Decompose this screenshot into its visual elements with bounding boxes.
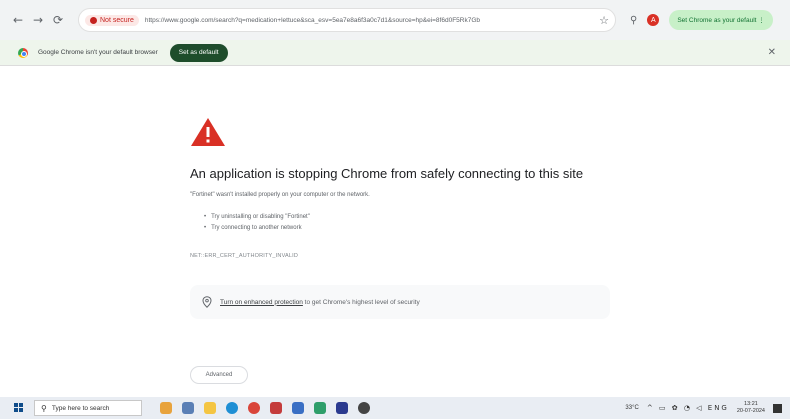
suggestion-list: Try uninstalling or disabling "Fortinet"… bbox=[204, 212, 310, 234]
system-tray: 33°C ^ ▭ ✿ ◔ ◁ ENG 13:21 20-07-2024 bbox=[625, 397, 782, 419]
error-headline: An application is stopping Chrome from s… bbox=[190, 166, 584, 181]
extensions-icon[interactable]: ⚲ bbox=[630, 15, 637, 26]
toolbar-actions: ⚲ A Set Chrome as your default ⋮ bbox=[630, 10, 773, 30]
windows-taskbar: ⚲ Type here to search 33°C ^ ▭ ✿ ◔ ◁ ENG… bbox=[0, 397, 790, 419]
settings-app-icon[interactable] bbox=[358, 402, 370, 414]
tray-icons[interactable]: ^ ▭ ✿ ◔ ◁ ENG bbox=[647, 404, 729, 412]
set-as-default-button[interactable]: Set as default bbox=[169, 43, 228, 62]
windows-start-icon[interactable] bbox=[14, 403, 24, 413]
location-pin-icon bbox=[202, 296, 212, 308]
search-icon: ⚲ bbox=[41, 403, 47, 413]
office-app-icon[interactable] bbox=[270, 402, 282, 414]
search-placeholder: Type here to search bbox=[51, 404, 110, 412]
start-tile bbox=[14, 408, 18, 412]
browser-toolbar: ← → ⟳ Not secure https://www.google.com/… bbox=[0, 0, 790, 40]
back-icon[interactable]: ← bbox=[10, 12, 26, 28]
error-code: NET::ERR_CERT_AUTHORITY_INVALID bbox=[190, 253, 299, 259]
start-tile bbox=[19, 403, 23, 407]
protection-text: Turn on enhanced protection to get Chrom… bbox=[220, 299, 420, 306]
weather-widget[interactable]: 33°C bbox=[625, 405, 638, 411]
suggestion-item: Try connecting to another network bbox=[204, 223, 310, 234]
url-text[interactable]: https://www.google.com/search?q=medicati… bbox=[145, 17, 593, 24]
advanced-button[interactable]: Advanced bbox=[190, 366, 248, 384]
error-subtitle: "Fortinet" wasn't installed properly on … bbox=[190, 192, 370, 198]
warning-dot-icon bbox=[90, 16, 97, 24]
widgets-app-icon[interactable] bbox=[160, 402, 172, 414]
start-tile bbox=[19, 408, 23, 412]
enhanced-protection-link[interactable]: Turn on enhanced protection bbox=[220, 299, 303, 306]
clock-time: 13:21 bbox=[744, 401, 758, 407]
profile-avatar[interactable]: A bbox=[647, 14, 660, 26]
pinned-apps bbox=[160, 402, 370, 414]
warning-triangle-icon bbox=[191, 118, 225, 146]
notification-icon[interactable] bbox=[773, 403, 782, 413]
taskbar-search[interactable]: ⚲ Type here to search bbox=[34, 400, 142, 416]
not-secure-chip[interactable]: Not secure bbox=[85, 14, 139, 26]
mail-app-icon[interactable] bbox=[292, 402, 304, 414]
start-tile bbox=[14, 403, 18, 407]
clock-date: 20-07-2024 bbox=[736, 408, 765, 414]
forward-icon[interactable]: → bbox=[30, 12, 46, 28]
task-view-icon[interactable] bbox=[182, 402, 194, 414]
file-explorer-icon[interactable] bbox=[204, 402, 216, 414]
reload-icon[interactable]: ⟳ bbox=[50, 12, 66, 28]
infobar-message: Google Chrome isn't your default browser bbox=[38, 49, 158, 56]
edge-browser-icon[interactable] bbox=[226, 402, 238, 414]
not-secure-label: Not secure bbox=[100, 16, 134, 24]
protection-rest-text: to get Chrome's highest level of securit… bbox=[302, 298, 420, 306]
clock[interactable]: 13:21 20-07-2024 bbox=[737, 401, 765, 415]
suggestion-item: Try uninstalling or disabling "Fortinet" bbox=[204, 212, 310, 223]
default-browser-infobar: Google Chrome isn't your default browser… bbox=[0, 40, 790, 66]
close-icon[interactable]: ✕ bbox=[768, 47, 776, 58]
address-bar[interactable]: Not secure https://www.google.com/search… bbox=[78, 8, 616, 32]
phone-link-icon[interactable] bbox=[314, 402, 326, 414]
pen-app-icon[interactable] bbox=[336, 402, 348, 414]
nav-buttons: ← → ⟳ bbox=[10, 12, 66, 28]
chrome-app-icon[interactable] bbox=[248, 402, 260, 414]
enhanced-protection-box: Turn on enhanced protection to get Chrom… bbox=[190, 285, 610, 319]
bookmark-star-icon[interactable]: ☆ bbox=[599, 14, 609, 27]
set-default-pill[interactable]: Set Chrome as your default ⋮ bbox=[669, 10, 773, 30]
chrome-logo-icon bbox=[18, 47, 28, 58]
